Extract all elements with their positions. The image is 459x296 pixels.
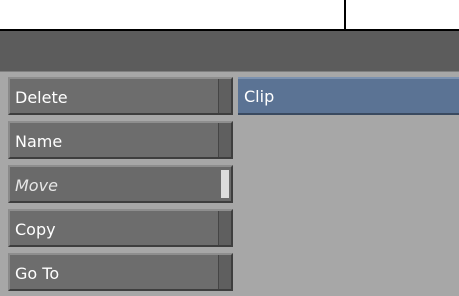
name-button-label: Name	[15, 132, 63, 151]
button-face: Go To	[10, 255, 219, 289]
copy-button-label: Copy	[15, 220, 56, 239]
button-grip	[218, 79, 231, 113]
move-button[interactable]: Move	[8, 165, 233, 203]
panel-header-bar	[0, 31, 459, 72]
delete-button-label: Delete	[15, 88, 68, 107]
clip-field-value: Clip	[244, 87, 275, 106]
button-face: Move	[10, 167, 219, 201]
name-button[interactable]: Name	[8, 121, 233, 159]
button-grip	[218, 255, 231, 289]
clip-options-panel: Delete Name Move Copy Go To Clip	[0, 29, 459, 296]
button-grip	[221, 170, 229, 198]
clip-field[interactable]: Clip	[238, 77, 459, 115]
button-grip	[218, 123, 231, 157]
button-face: Name	[10, 123, 219, 157]
button-face: Copy	[10, 211, 219, 245]
delete-button[interactable]: Delete	[8, 77, 233, 115]
go-to-button[interactable]: Go To	[8, 253, 233, 291]
button-grip	[218, 211, 231, 245]
button-face: Delete	[10, 79, 219, 113]
copy-button[interactable]: Copy	[8, 209, 233, 247]
move-button-label: Move	[15, 176, 58, 195]
go-to-button-label: Go To	[15, 264, 60, 283]
